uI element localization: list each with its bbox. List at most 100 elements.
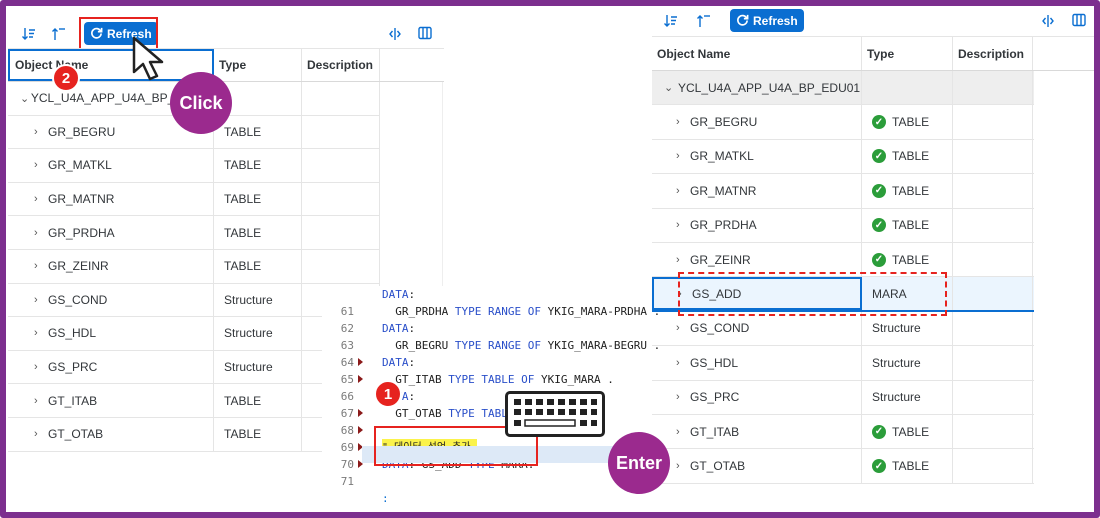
line-number [322,286,358,303]
description-cell [302,216,380,249]
type-text: Structure [872,355,921,370]
table-row[interactable]: › GT_ITAB ✓ TABLE [652,415,1034,450]
line-number: 62 [340,322,354,335]
line-number: 67 [322,405,363,422]
description-cell [953,449,1033,483]
code-line[interactable]: GR_BEGRU TYPE RANGE OF YKIG_MARA-BEGRU . [382,337,660,354]
type-text: TABLE [224,192,262,207]
table-row[interactable]: › GR_PRDHA TABLE [8,216,380,250]
object-name-text: GR_PRDHA [48,225,115,240]
line-number: 70 [322,456,363,473]
keyboard-icon [505,391,605,437]
chevron-right-icon[interactable]: › [34,428,48,440]
code-line[interactable]: DATA: [382,286,660,303]
chevron-right-icon[interactable]: › [34,126,48,138]
chevron-right-icon[interactable]: › [34,159,48,171]
header-description[interactable]: Description [953,37,1033,70]
header-object-name[interactable]: Object Name [652,37,862,70]
tree-root-row[interactable]: ⌄ YCL_U4A_APP_U4A_BP_EDU01 [652,71,1034,106]
table-row[interactable]: › GR_MATKL TABLE [8,149,380,183]
table-row[interactable]: › GR_MATNR TABLE [8,182,380,217]
header-type[interactable]: Type [862,37,953,70]
header-spacer [380,49,444,81]
editor-gutter: 61 62 63 64 65 66 67 68 69 70 71 [322,286,363,490]
table-row[interactable]: › GR_ZEINR TABLE [8,250,380,284]
mouse-pointer-icon [131,36,175,85]
sort-ascending-icon[interactable] [697,14,711,31]
right-table-header: Object Name Type Description [652,36,1094,71]
table-row[interactable]: › GR_PRDHA ✓ TABLE [652,208,1034,243]
chevron-down-icon[interactable]: ⌄ [20,92,31,105]
chevron-right-icon[interactable]: › [676,426,690,438]
table-row[interactable]: › GR_BEGRU ✓ TABLE [652,105,1034,140]
chevron-right-icon[interactable]: › [676,460,690,472]
step-1-badge: 1 [374,380,402,408]
fold-marker-icon[interactable] [358,358,363,366]
chevron-right-icon[interactable]: › [676,185,690,197]
description-cell [302,182,380,216]
sort-descending-icon[interactable] [22,27,36,44]
table-row[interactable]: › GR_MATNR ✓ TABLE [652,174,1034,209]
success-check-icon: ✓ [872,252,886,267]
description-cell [953,105,1033,139]
columns-icon[interactable] [1072,13,1086,30]
object-name-text: GR_MATNR [690,183,757,198]
description-cell [953,139,1033,174]
chevron-right-icon[interactable]: › [676,219,690,231]
split-columns-icon[interactable] [1041,14,1055,31]
table-row[interactable]: › GT_OTAB ✓ TABLE [652,449,1034,484]
sort-ascending-icon[interactable] [52,27,66,44]
enter-badge: Enter [608,432,670,494]
type-text: TABLE [892,183,930,198]
sort-descending-icon[interactable] [664,14,678,31]
refresh-button[interactable]: Refresh [730,9,804,32]
fold-marker-icon[interactable] [358,409,363,417]
chevron-right-icon[interactable]: › [676,116,690,128]
chevron-right-icon[interactable]: › [676,150,690,162]
chevron-right-icon[interactable]: › [676,322,690,334]
type-text: Structure [224,326,273,341]
type-text: TABLE [892,252,930,267]
object-name-text: GT_OTAB [48,427,104,442]
code-line[interactable]: DATA: [382,354,660,371]
type-text: Structure [872,321,921,336]
fold-marker-icon[interactable] [358,375,363,383]
success-check-icon: ✓ [872,424,886,439]
chevron-right-icon[interactable]: › [676,357,690,369]
chevron-right-icon[interactable]: › [34,227,48,239]
code-line[interactable]: GT_ITAB TYPE TABLE OF YKIG_MARA . [382,371,660,388]
description-cell [953,277,1033,310]
object-name-text: GS_COND [690,321,750,336]
fold-marker-icon[interactable] [358,426,363,434]
object-name-text: GR_BEGRU [690,115,758,130]
columns-icon[interactable] [418,26,432,43]
chevron-right-icon[interactable]: › [34,395,48,407]
code-line[interactable]: : [382,490,660,507]
chevron-right-icon[interactable]: › [676,254,690,266]
header-spacer [1033,37,1094,70]
chevron-right-icon[interactable]: › [34,294,48,306]
type-text: TABLE [892,459,930,474]
chevron-down-icon[interactable]: ⌄ [664,81,678,94]
type-text: Structure [872,390,921,405]
code-line[interactable]: GR_PRDHA TYPE RANGE OF YKIG_MARA-PRDHA . [382,303,660,320]
object-name-text: GR_MATNR [48,192,115,207]
code-line[interactable]: DATA: [382,320,660,337]
header-type[interactable]: Type [214,49,302,81]
success-check-icon: ✓ [872,218,886,233]
table-row[interactable]: › GS_PRC Structure [652,380,1034,415]
header-description[interactable]: Description [302,49,380,81]
success-check-icon: ✓ [872,459,886,474]
line-number: 61 [340,305,354,318]
chevron-right-icon[interactable]: › [34,260,48,272]
chevron-right-icon[interactable]: › [34,327,48,339]
table-row[interactable]: › GR_MATKL ✓ TABLE [652,139,1034,175]
chevron-right-icon[interactable]: › [676,391,690,403]
chevron-right-icon[interactable]: › [34,193,48,205]
object-name-text: GR_MATKL [690,149,754,164]
table-row[interactable]: › GS_HDL Structure [652,346,1034,381]
table-row[interactable]: › GS_COND Structure [652,311,1034,347]
description-cell [953,71,1033,105]
chevron-right-icon[interactable]: › [34,361,48,373]
split-columns-icon[interactable] [388,27,402,44]
